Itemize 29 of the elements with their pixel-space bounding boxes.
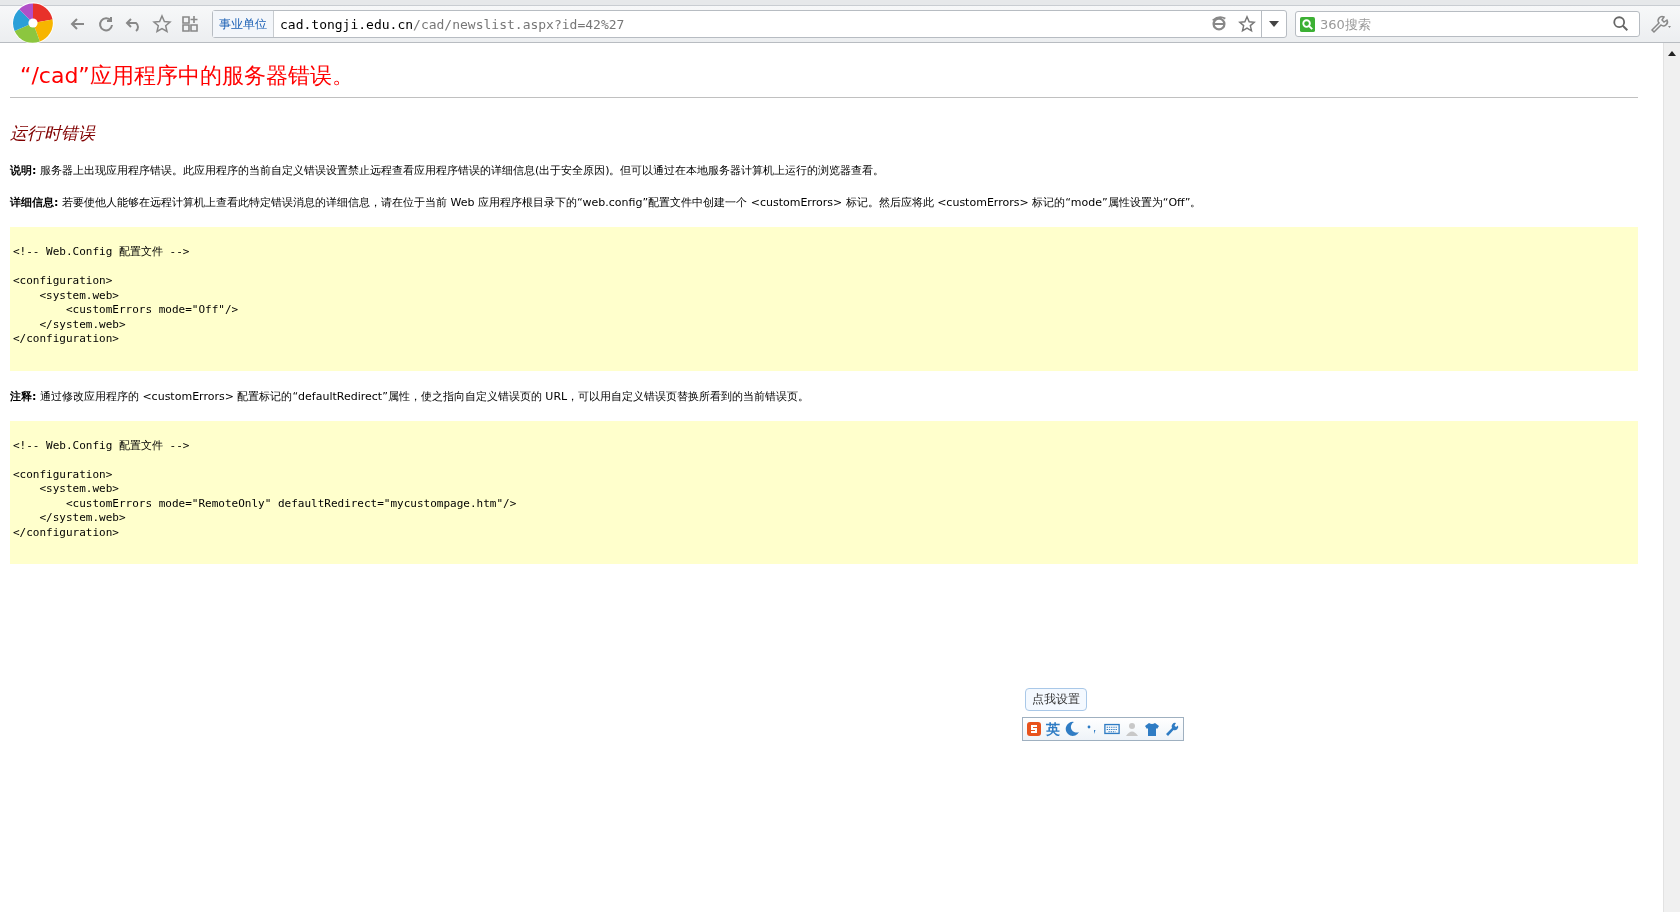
grid-icon[interactable] xyxy=(180,14,200,34)
reload-icon[interactable] xyxy=(96,14,116,34)
ime-logo-icon[interactable] xyxy=(1026,721,1042,737)
description-text: 说明: 服务器上出现应用程序错误。此应用程序的当前自定义错误设置禁止远程查看应用程序错误的详细信息(出于安全原因)。但可以通过在本地服务器计算机上运行的浏览器查看。 xyxy=(10,163,886,178)
browser-logo-icon[interactable] xyxy=(10,0,56,46)
star-icon[interactable] xyxy=(152,14,172,34)
search-field[interactable]: 360搜索 xyxy=(1315,15,1607,33)
caret-icon xyxy=(1269,21,1279,27)
ime-mode-toggle[interactable]: 英 xyxy=(1046,721,1060,737)
site-category-badge: 事业单位 xyxy=(213,11,274,37)
code-block: <!-- Web.Config 配置文件 --> <configuration> <system.web> <customErrors mode="Off"/> </system.web> </configuration> xyxy=(10,227,1638,371)
search-box[interactable]: 360搜索 xyxy=(1295,11,1640,37)
error-subtitle: 运行时错误 xyxy=(10,122,97,145)
search-engine-icon xyxy=(1300,16,1315,32)
keyboard-icon[interactable] xyxy=(1104,721,1120,737)
search-icon[interactable] xyxy=(1612,15,1630,33)
description-text: 注释: 通过修改应用程序的 <customErrors> 配置标记的“defaultRedirect”属性，使之指向自定义错误页的 URL，可以用自定义错误页替换所看到的当前错误页。 xyxy=(10,388,811,404)
favorite-star-icon[interactable] xyxy=(1238,15,1256,33)
ime-tooltip[interactable]: 点我设置 xyxy=(1025,688,1087,711)
wrench-icon[interactable] xyxy=(1648,14,1674,34)
shirt-icon[interactable] xyxy=(1144,721,1160,737)
code-block: <!-- Web.Config 配置文件 --> <configuration> <system.web> <customErrors mode="RemoteOnly" defaultRedirect="mycustompage.htm"/> </system.web> </configuration> xyxy=(10,420,1638,564)
wrench-icon[interactable] xyxy=(1164,721,1180,737)
description-text: 详细信息: 若要使他人能够在远程计算机上查看此特定错误消息的详细信息，请在位于当前 Web 应用程序根目录下的“web.config”配置文件中创建一个 <customErrors> 标记。然后应将此 <customErrors> 标记的“mode”属性设置为“Off”。 xyxy=(10,195,1203,210)
error-title: “/cad”应用程序中的服务器错误。 xyxy=(20,62,355,90)
url-text: cad.tongji.edu.cn/cad/newslist.aspx?id=42%27 xyxy=(279,16,625,32)
moon-icon[interactable] xyxy=(1064,721,1080,737)
address-bar[interactable]: 事业单位 cad.tongji.edu.cn/cad/newslist.aspx?id=42%27 xyxy=(212,10,1287,38)
scroll-up-icon[interactable] xyxy=(1668,51,1676,56)
